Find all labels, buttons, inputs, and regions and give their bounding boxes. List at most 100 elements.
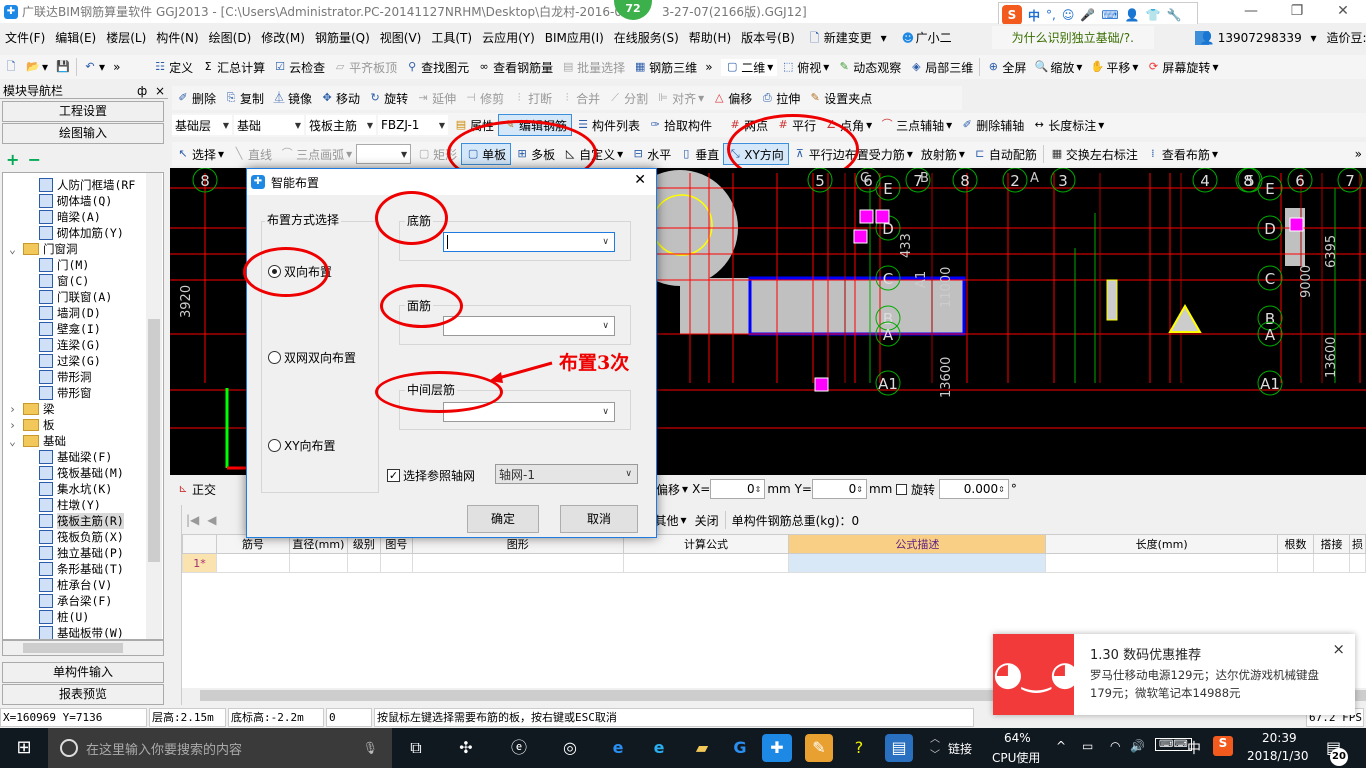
x-offset-input[interactable]: 0 ⇕ [710, 479, 766, 499]
three-point-arc-button[interactable]: ⌒ 三点画弧 ▾ [276, 146, 356, 163]
menu-draw[interactable]: 绘图(D) [204, 29, 257, 46]
menu-help[interactable]: 帮助(H) [684, 29, 736, 46]
menu-rebar-qty[interactable]: 钢筋量(Q) [310, 29, 375, 46]
pinwheel-app-icon[interactable]: ✣ [452, 734, 480, 762]
top-rebar-select[interactable]: ∨ [443, 316, 615, 336]
question-link[interactable]: 为什么识别独立基础/?. [991, 26, 1154, 49]
view-rebar-qty-button[interactable]: ∞ 查看钢筋量 [473, 59, 557, 76]
tree-item[interactable]: 独立基础(P) [39, 545, 124, 561]
orbit-button[interactable]: ✎ 动态观察 [833, 59, 905, 76]
table-cell[interactable] [788, 553, 1047, 573]
restore-button[interactable]: ❐ [1274, 0, 1320, 22]
ggj-app-icon[interactable]: ✚ [762, 734, 792, 762]
radio-xy[interactable]: XY向布置 [268, 437, 336, 454]
tree-item[interactable]: 门联窗(A) [39, 289, 112, 305]
menu-component[interactable]: 构件(N) [151, 29, 203, 46]
menu-modify[interactable]: 修改(M) [256, 29, 310, 46]
rotate-angle-input[interactable]: 0.000 ⇕ [938, 479, 1009, 499]
tree-item[interactable]: 连梁(G) [39, 337, 101, 353]
windows-start-icon[interactable]: ⊞ [10, 734, 38, 762]
ref-grid-select[interactable]: 轴网-1 ∨ [495, 464, 638, 484]
row-header[interactable]: 1* [182, 553, 217, 573]
chevron-down-icon[interactable]: ⌄ [9, 433, 19, 449]
view-2d-dropdown[interactable]: ▢ 二维 ▾ [721, 58, 778, 76]
promo-notification[interactable]: ◕‿◕ 1.30 数码优惠推荐 罗马仕移动电源129元；达尔优游戏机械键盘179… [993, 634, 1355, 715]
collapse-all-icon[interactable]: − [28, 150, 41, 169]
screen-rotate-button[interactable]: ⟳ 屏幕旋转 ▾ [1142, 59, 1222, 76]
clock-date[interactable]: 2018/1/30 [1247, 749, 1309, 763]
menu-new-change[interactable]: 🗋 新建变更 ▾ [800, 29, 892, 46]
component-name-select[interactable]: FBZJ-1 ▼ [378, 115, 448, 135]
chevron-right-icon[interactable]: › [9, 417, 19, 433]
search-box[interactable]: 在这里输入你要搜索的内容 🎙 [48, 728, 392, 768]
ime-chinese-mode[interactable]: 中 [1028, 7, 1040, 24]
file-explorer-icon[interactable]: ▰ [688, 734, 716, 762]
tree-item[interactable]: 基础梁(F) [39, 449, 112, 465]
delete-button[interactable]: ✐ 删除 [172, 90, 220, 107]
ime-voice-icon[interactable]: 🎤 [1080, 8, 1095, 22]
table-cell[interactable] [1312, 553, 1350, 573]
length-dimension-button[interactable]: ↔ 长度标注 ▾ [1028, 117, 1108, 134]
offset-button[interactable]: △ 偏移 [708, 90, 756, 107]
menu-floor[interactable]: 楼层(L) [101, 29, 151, 46]
radial-rebar-button[interactable]: 放射筋 ▾ [917, 146, 969, 163]
minimize-button[interactable]: — [1228, 0, 1274, 22]
tree-item[interactable]: 带形窗 [39, 385, 92, 401]
menu-cloud[interactable]: 云应用(Y) [477, 29, 540, 46]
trim-button[interactable]: ⊣ 修剪 [460, 90, 508, 107]
auto-rebar-button[interactable]: ⊏ 自动配筋 [969, 146, 1041, 163]
mirror-button[interactable]: ⏅ 镜像 [268, 90, 316, 107]
ie-legacy-icon[interactable]: ⓔ [505, 734, 533, 762]
column-header[interactable] [182, 534, 217, 554]
cancel-button[interactable]: 取消 [560, 505, 638, 533]
line-button[interactable]: ╲ 直线 [228, 146, 276, 163]
tree-item[interactable]: 集水坑(K) [39, 481, 112, 497]
menu-bim[interactable]: BIM应用(I) [540, 29, 609, 46]
table-cell[interactable] [411, 553, 624, 573]
menu-tools[interactable]: 工具(T) [426, 29, 477, 46]
set-grip-button[interactable]: ✎ 设置夹点 [804, 90, 876, 107]
report-preview-button[interactable]: 报表预览 [2, 684, 164, 705]
ref-grid-checkbox[interactable]: ✓ 选择参照轴网 [387, 467, 475, 484]
column-header[interactable]: 搭接 [1312, 534, 1350, 554]
tree-folder[interactable]: ⌄ 门窗洞 [9, 241, 78, 257]
define-button[interactable]: ☷ 定义 [149, 59, 197, 76]
cloud-check-button[interactable]: ☑ 云检查 [269, 59, 329, 76]
expand-all-icon[interactable]: + [6, 150, 19, 169]
ime-user-icon[interactable]: 👤 [1125, 8, 1140, 22]
split-button[interactable]: ⟋ 分割 [604, 90, 652, 107]
first-record-button[interactable]: |◀ [182, 513, 203, 527]
ortho-toggle[interactable]: ⊾ 正交 [172, 481, 220, 498]
move-button[interactable]: ✥ 移动 [316, 90, 364, 107]
column-header[interactable]: 损 [1348, 534, 1366, 554]
chevron-down-icon[interactable]: ⌄ [9, 241, 19, 257]
vertical-button[interactable]: ▯ 垂直 [675, 146, 723, 163]
table-cell[interactable] [1277, 553, 1314, 573]
project-settings-button[interactable]: 工程设置 [2, 101, 164, 122]
summary-calc-button[interactable]: Σ 汇总计算 [197, 59, 269, 76]
component-type-select[interactable]: 筏板主筋 ▼ [306, 115, 376, 135]
scrollbar-thumb[interactable] [23, 643, 123, 653]
navigator-close-icon[interactable]: × [155, 84, 165, 98]
align-button[interactable]: ⊫ 对齐 ▾ [652, 90, 708, 107]
chevron-right-icon[interactable]: › [9, 401, 19, 417]
rotate-button[interactable]: ↻ 旋转 [364, 90, 412, 107]
internet-explorer-icon[interactable]: e [645, 734, 673, 762]
microphone-icon[interactable]: 🎙 [363, 741, 378, 755]
local-3d-button[interactable]: ◈ 局部三维 [905, 59, 977, 76]
table-cell[interactable] [1348, 553, 1366, 573]
tree-item[interactable]: 桩(U) [39, 609, 89, 625]
tree-horizontal-scrollbar[interactable] [2, 640, 164, 656]
tree-item[interactable]: 基础板带(W) [39, 625, 124, 639]
menu-view[interactable]: 视图(V) [375, 29, 427, 46]
document-app-icon[interactable]: ▤ [885, 734, 913, 762]
toolbar-overflow[interactable]: » [109, 60, 149, 74]
sogou-logo-icon[interactable]: S [1002, 5, 1022, 25]
arc-mode-select[interactable]: ▼ [356, 144, 412, 164]
tree-item[interactable]: 柱墩(Y) [39, 497, 101, 513]
link-toolbar[interactable]: 链接 [948, 740, 972, 757]
toolbar-overflow-2[interactable]: » [701, 60, 721, 74]
stretch-button[interactable]: ⎙ 拉伸 [756, 90, 804, 107]
ime-punct-icon[interactable]: °, [1046, 8, 1056, 22]
tree-item[interactable]: 窗(C) [39, 273, 89, 289]
